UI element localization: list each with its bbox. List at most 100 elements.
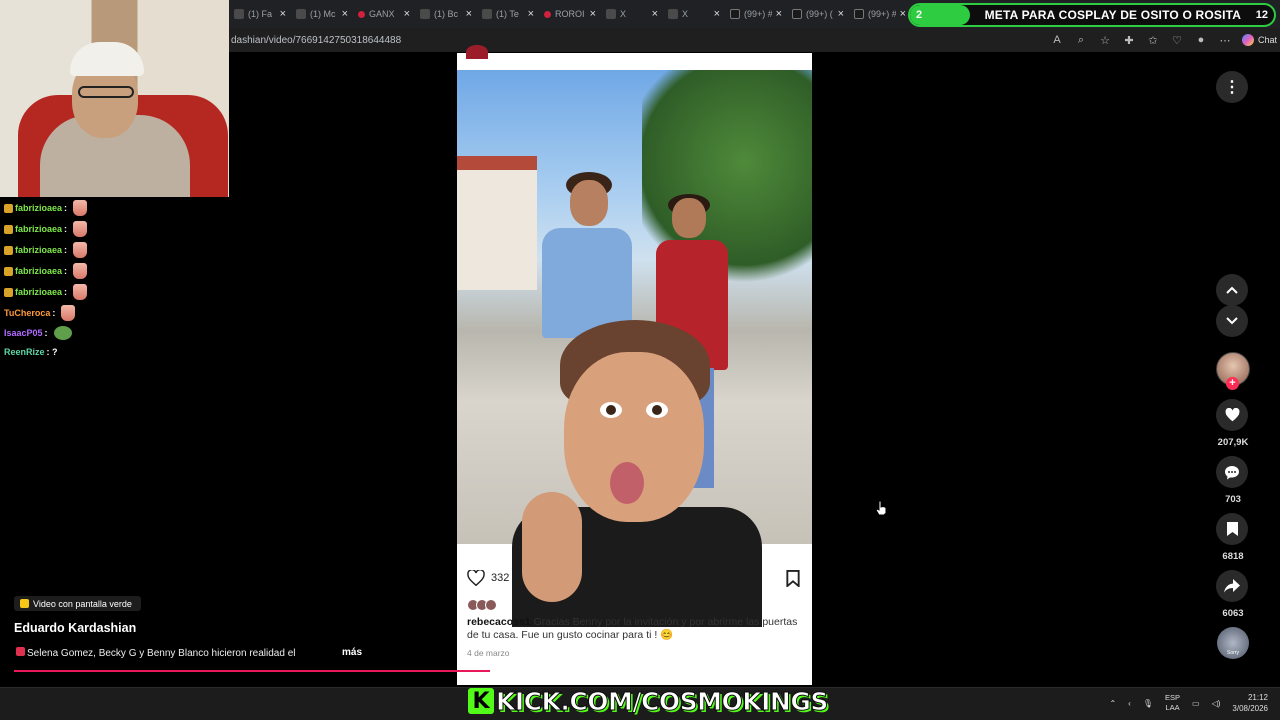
tab-title: (1) Te bbox=[496, 9, 519, 19]
close-tab-icon[interactable]: × bbox=[714, 8, 720, 20]
post-date: 4 de marzo bbox=[467, 648, 510, 658]
more-button[interactable]: más bbox=[342, 647, 362, 658]
more-options-button[interactable]: ⋮ bbox=[1216, 71, 1248, 103]
chat-username[interactable]: fabrizioaea bbox=[15, 224, 62, 234]
close-tab-icon[interactable]: × bbox=[838, 8, 844, 20]
close-tab-icon[interactable]: × bbox=[404, 8, 410, 20]
chat-username[interactable]: ReenRize bbox=[4, 347, 45, 357]
tab-title: X bbox=[682, 9, 689, 19]
heart-icon bbox=[1225, 408, 1239, 422]
goal-progress-fill: 2 bbox=[910, 5, 970, 25]
comment-button[interactable] bbox=[1216, 456, 1248, 488]
close-tab-icon[interactable]: × bbox=[280, 8, 286, 20]
patrick-emote-icon bbox=[73, 221, 88, 237]
chat-username[interactable]: IsaacP05 bbox=[4, 328, 43, 338]
video-progress-bar[interactable] bbox=[14, 670, 490, 672]
back-arrow-icon[interactable]: ‹ bbox=[1128, 699, 1131, 708]
streamer-webcam bbox=[0, 0, 229, 197]
chat-username[interactable]: fabrizioaea bbox=[15, 266, 62, 276]
goal-count: 2 bbox=[916, 9, 923, 21]
chat-separator: : bbox=[64, 287, 68, 297]
close-tab-icon[interactable]: × bbox=[342, 8, 348, 20]
video-description: Selena Gomez, Becky G y Benny Blanco hic… bbox=[16, 647, 295, 659]
chat-message: ReenRize: ? bbox=[4, 347, 58, 357]
system-tray: ⌃ ‹ 🎙 ESP LAA ▭ ◁) 21:12 3/08/2026 bbox=[1109, 692, 1268, 714]
browser-tab[interactable]: X × bbox=[601, 0, 663, 28]
caption-username[interactable]: rebecacoss1 bbox=[467, 616, 531, 628]
share-arrow-icon bbox=[1224, 579, 1240, 593]
browser-tab[interactable]: (1) Bc × bbox=[415, 0, 477, 28]
profile-icon[interactable]: ● bbox=[1194, 34, 1208, 46]
comment-count: 703 bbox=[1225, 494, 1241, 505]
profile-picture-partial bbox=[466, 45, 488, 59]
patrick-emote-icon bbox=[73, 200, 88, 216]
browser-tab[interactable]: (1) Fa × bbox=[229, 0, 291, 28]
share-button[interactable] bbox=[1216, 570, 1248, 602]
heart-pulse-icon[interactable]: ♡ bbox=[1170, 34, 1184, 47]
tab-title: ROROI bbox=[555, 9, 585, 19]
microphone-icon[interactable]: 🎙 bbox=[1143, 699, 1153, 708]
bookmark-outline-icon[interactable] bbox=[786, 570, 800, 587]
close-tab-icon[interactable]: × bbox=[776, 8, 782, 20]
close-tab-icon[interactable]: × bbox=[528, 8, 534, 20]
x-logo-icon bbox=[296, 9, 306, 19]
browser-tab[interactable]: ROROI × bbox=[539, 0, 601, 28]
translate-icon[interactable]: A bbox=[1050, 34, 1064, 46]
follow-plus-icon[interactable]: + bbox=[1226, 377, 1239, 390]
subscriber-badge-icon bbox=[4, 287, 13, 297]
language-indicator[interactable]: ESP LAA bbox=[1165, 693, 1180, 713]
streamer bbox=[30, 42, 200, 197]
chat-separator: : bbox=[44, 328, 48, 338]
kick-overlay: K KICK.COM/COSMOKINGS bbox=[468, 685, 829, 717]
chat-username[interactable]: fabrizioaea bbox=[15, 245, 62, 255]
browser-tab[interactable]: (99+) # × bbox=[725, 0, 787, 28]
x-logo-icon bbox=[668, 9, 678, 19]
previous-video-button[interactable] bbox=[1216, 274, 1248, 306]
close-tab-icon[interactable]: × bbox=[590, 8, 596, 20]
heart-outline-icon[interactable] bbox=[467, 570, 485, 586]
clock[interactable]: 21:12 3/08/2026 bbox=[1232, 692, 1268, 714]
display-icon[interactable]: ▭ bbox=[1192, 699, 1200, 708]
close-tab-icon[interactable]: × bbox=[900, 8, 906, 20]
browser-tab[interactable]: (99+) # × bbox=[849, 0, 911, 28]
browser-tab[interactable]: (1) Te × bbox=[477, 0, 539, 28]
goal-target: 12 bbox=[1255, 9, 1268, 21]
address-bar[interactable]: dashian/video/7669142750318644488 A ⌕ ☆ … bbox=[229, 28, 1280, 52]
extension-icon[interactable]: ✚ bbox=[1122, 34, 1136, 47]
chat-username[interactable]: fabrizioaea bbox=[15, 203, 62, 213]
zoom-icon[interactable]: ⌕ bbox=[1074, 34, 1088, 47]
close-tab-icon[interactable]: × bbox=[652, 8, 658, 20]
chat-username[interactable]: TuCheroca bbox=[4, 308, 50, 318]
music-disc[interactable]: Sorry bbox=[1217, 627, 1249, 659]
green-screen-icon bbox=[20, 599, 29, 608]
x-logo-icon bbox=[482, 9, 492, 19]
hand-cursor-icon bbox=[875, 500, 887, 516]
chat-message: fabrizioaea: bbox=[4, 221, 88, 237]
kick-url: KICK.COM/COSMOKINGS bbox=[496, 686, 829, 716]
tray-expand-icon[interactable]: ⌃ bbox=[1109, 699, 1116, 708]
close-tab-icon[interactable]: × bbox=[466, 8, 472, 20]
green-screen-tag[interactable]: Video con pantalla verde bbox=[14, 596, 141, 611]
video-author[interactable]: Eduardo Kardashian bbox=[14, 621, 136, 635]
chat-separator: : bbox=[64, 203, 68, 213]
stream-chat: fabrizioaea: fabrizioaea: fabrizioaea: fabr… bbox=[0, 197, 229, 367]
browser-tab[interactable]: X × bbox=[663, 0, 725, 28]
browser-tab[interactable]: (99+) (× bbox=[787, 0, 849, 28]
chat-separator: : bbox=[64, 224, 68, 234]
chat-message: fabrizioaea: bbox=[4, 263, 88, 279]
speaker-icon[interactable]: ◁) bbox=[1212, 699, 1221, 708]
favorites-icon[interactable]: ✩ bbox=[1146, 34, 1160, 47]
tiktok-video[interactable]: 332 rebecacoss1 Gracias Benny por la inv… bbox=[457, 53, 812, 685]
chat-username[interactable]: fabrizioaea bbox=[15, 287, 62, 297]
star-icon[interactable]: ☆ bbox=[1098, 34, 1112, 47]
emoji-icon bbox=[16, 647, 25, 656]
tab-title: X bbox=[620, 9, 627, 19]
next-video-button[interactable] bbox=[1216, 305, 1248, 337]
kick-logo: K bbox=[468, 688, 494, 714]
browser-tab[interactable]: GANX × bbox=[353, 0, 415, 28]
browser-tab[interactable]: (1) Mc × bbox=[291, 0, 353, 28]
save-button[interactable] bbox=[1216, 513, 1248, 545]
url-text[interactable]: dashian/video/7669142750318644488 bbox=[229, 35, 1050, 46]
like-button[interactable] bbox=[1216, 399, 1248, 431]
bookmark-icon bbox=[1226, 522, 1238, 536]
